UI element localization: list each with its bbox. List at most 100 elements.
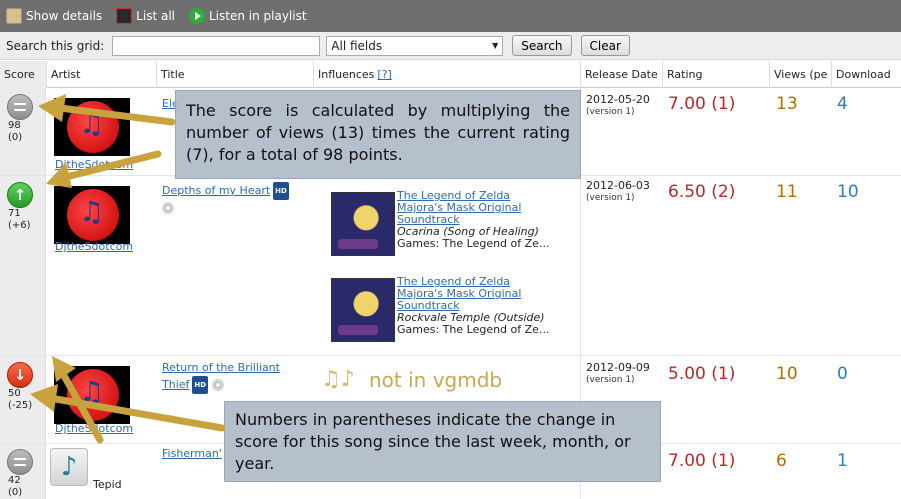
release-version: (version 1) xyxy=(586,107,635,117)
arrow-up-icon: ↑ xyxy=(7,182,33,208)
not-in-vgmdb: ♫♪ not in vgmdb xyxy=(321,364,502,396)
release-date: 2012-05-20 xyxy=(586,93,650,106)
rating-value: 6.50 (2) xyxy=(668,182,736,202)
column-influences-label: Influences xyxy=(318,68,375,81)
album-cover[interactable] xyxy=(331,278,395,342)
search-label: Search this grid: xyxy=(6,38,105,53)
hd-icon: HD xyxy=(192,376,209,394)
parentheses-explanation-text: Numbers in parentheses indicate the chan… xyxy=(235,410,631,473)
column-download[interactable]: Download xyxy=(831,61,893,88)
artist-name: Tepid xyxy=(93,478,122,491)
table-row: ↑ 71(+6) DjtheSdotcom Depths of my Heart… xyxy=(0,176,901,356)
title-link[interactable]: Fisherman' xyxy=(162,446,222,462)
views-value: 13 xyxy=(776,94,798,114)
score-cell: ↑ 71 (+6) xyxy=(0,176,46,355)
influences-help-link[interactable]: [?] xyxy=(377,68,391,81)
score-explanation-callout: The score is calculated by multiplying t… xyxy=(175,90,581,179)
not-in-vgmdb-label: not in vgmdb xyxy=(369,368,503,392)
rating-value: 7.00 (1) xyxy=(668,94,736,114)
artist-artwork[interactable] xyxy=(54,98,130,156)
rating-value: 5.00 (1) xyxy=(668,364,736,384)
artist-link[interactable]: DjtheSdotcom xyxy=(55,158,133,171)
title-cell: Depths of my Heart HD xyxy=(162,182,289,216)
column-title-label: Title xyxy=(161,68,185,81)
release-date: 2012-06-03 xyxy=(586,179,650,192)
column-views-label: Views (pe xyxy=(774,68,828,81)
score-value: 71 xyxy=(8,208,21,219)
column-score-label: Score xyxy=(4,68,35,81)
column-rating[interactable]: Rating xyxy=(662,61,769,88)
artist-link[interactable]: DjtheSdotcom xyxy=(55,240,133,253)
column-artist-label: Artist xyxy=(51,68,81,81)
download-value: 1 xyxy=(837,451,848,471)
play-icon xyxy=(188,8,205,24)
equal-icon xyxy=(7,94,33,120)
music-note-icon[interactable]: ♪ xyxy=(50,448,88,486)
column-artist[interactable]: Artist xyxy=(46,61,156,88)
column-influences[interactable]: Influences [?] xyxy=(313,61,580,88)
games-text: Games: The Legend of Ze... xyxy=(397,323,550,336)
download-value: 10 xyxy=(837,182,859,202)
score-value: 50 xyxy=(8,388,21,399)
music-notes-icon: ♫♪ xyxy=(321,367,355,392)
release-version: (version 1) xyxy=(586,193,635,203)
title-link[interactable]: Depths of my Heart xyxy=(162,184,270,197)
download-value: 4 xyxy=(837,94,848,114)
views-value: 6 xyxy=(776,451,787,471)
disc-icon xyxy=(211,379,224,391)
score-value: 42 xyxy=(8,475,21,486)
influences-cell: The Legend of Zelda Majora's Mask Origin… xyxy=(313,176,580,355)
artist-artwork[interactable] xyxy=(54,366,130,424)
field-select-value: All fields xyxy=(331,38,383,53)
list-all-button[interactable]: List all xyxy=(116,8,175,24)
column-release-date[interactable]: Release Date xyxy=(580,61,662,88)
list-all-label: List all xyxy=(136,9,175,23)
toolbar: Show details List all Listen in playlist xyxy=(0,0,901,32)
score-change: (0) xyxy=(8,487,23,498)
grid-header: Score Artist Title Influences [?] Release… xyxy=(0,61,901,88)
column-rating-label: Rating xyxy=(667,68,703,81)
listen-playlist-button[interactable]: Listen in playlist xyxy=(188,8,307,24)
parentheses-explanation-callout: Numbers in parentheses indicate the chan… xyxy=(224,401,661,482)
equal-icon xyxy=(7,449,33,475)
column-title[interactable]: Title xyxy=(156,61,313,88)
score-change: (0) xyxy=(8,132,23,143)
show-details-button[interactable]: Show details xyxy=(6,8,102,24)
disc-icon xyxy=(162,202,174,214)
score-value: 98 xyxy=(8,120,21,131)
album-cover[interactable] xyxy=(331,192,395,256)
title-cell: Return of the Brilliant Thief HD xyxy=(162,360,280,394)
listen-playlist-label: Listen in playlist xyxy=(208,9,307,23)
release-version: (version 1) xyxy=(586,375,635,385)
release-date: 2012-09-09 xyxy=(586,361,650,374)
chevron-down-icon: ▼ xyxy=(492,41,499,50)
field-select[interactable]: All fields ▼ xyxy=(326,35,504,56)
search-bar: Search this grid: All fields ▼ Search Cl… xyxy=(0,32,901,60)
show-details-label: Show details xyxy=(26,9,103,23)
score-change: (-25) xyxy=(8,400,33,411)
title-link[interactable]: Return of the Brilliant xyxy=(162,361,280,374)
games-text: Games: The Legend of Ze... xyxy=(397,237,550,250)
score-change: (+6) xyxy=(8,220,31,231)
clear-button[interactable]: Clear xyxy=(580,35,630,56)
details-icon xyxy=(6,8,22,24)
download-value: 0 xyxy=(837,364,848,384)
column-views[interactable]: Views (pe xyxy=(769,61,831,88)
title-link[interactable]: Thief xyxy=(162,378,189,391)
artist-link[interactable]: DjtheSdotcom xyxy=(55,422,133,435)
search-input[interactable] xyxy=(112,35,321,56)
score-cell: 98 (0) xyxy=(0,88,46,175)
score-cell: ↓ 50 (-25) xyxy=(0,356,46,443)
column-release-date-label: Release Date xyxy=(585,68,658,81)
rating-value: 7.00 (1) xyxy=(668,451,736,471)
list-icon xyxy=(116,8,133,24)
score-explanation-text: The score is calculated by multiplying t… xyxy=(186,101,570,164)
column-download-label: Download xyxy=(836,68,891,81)
views-value: 10 xyxy=(776,364,798,384)
artist-artwork[interactable] xyxy=(54,186,130,244)
search-button[interactable]: Search xyxy=(512,35,572,56)
arrow-down-icon: ↓ xyxy=(7,362,33,388)
column-score[interactable]: Score xyxy=(0,61,46,88)
views-value: 11 xyxy=(776,182,798,202)
score-cell: 42 (0) xyxy=(0,444,46,499)
